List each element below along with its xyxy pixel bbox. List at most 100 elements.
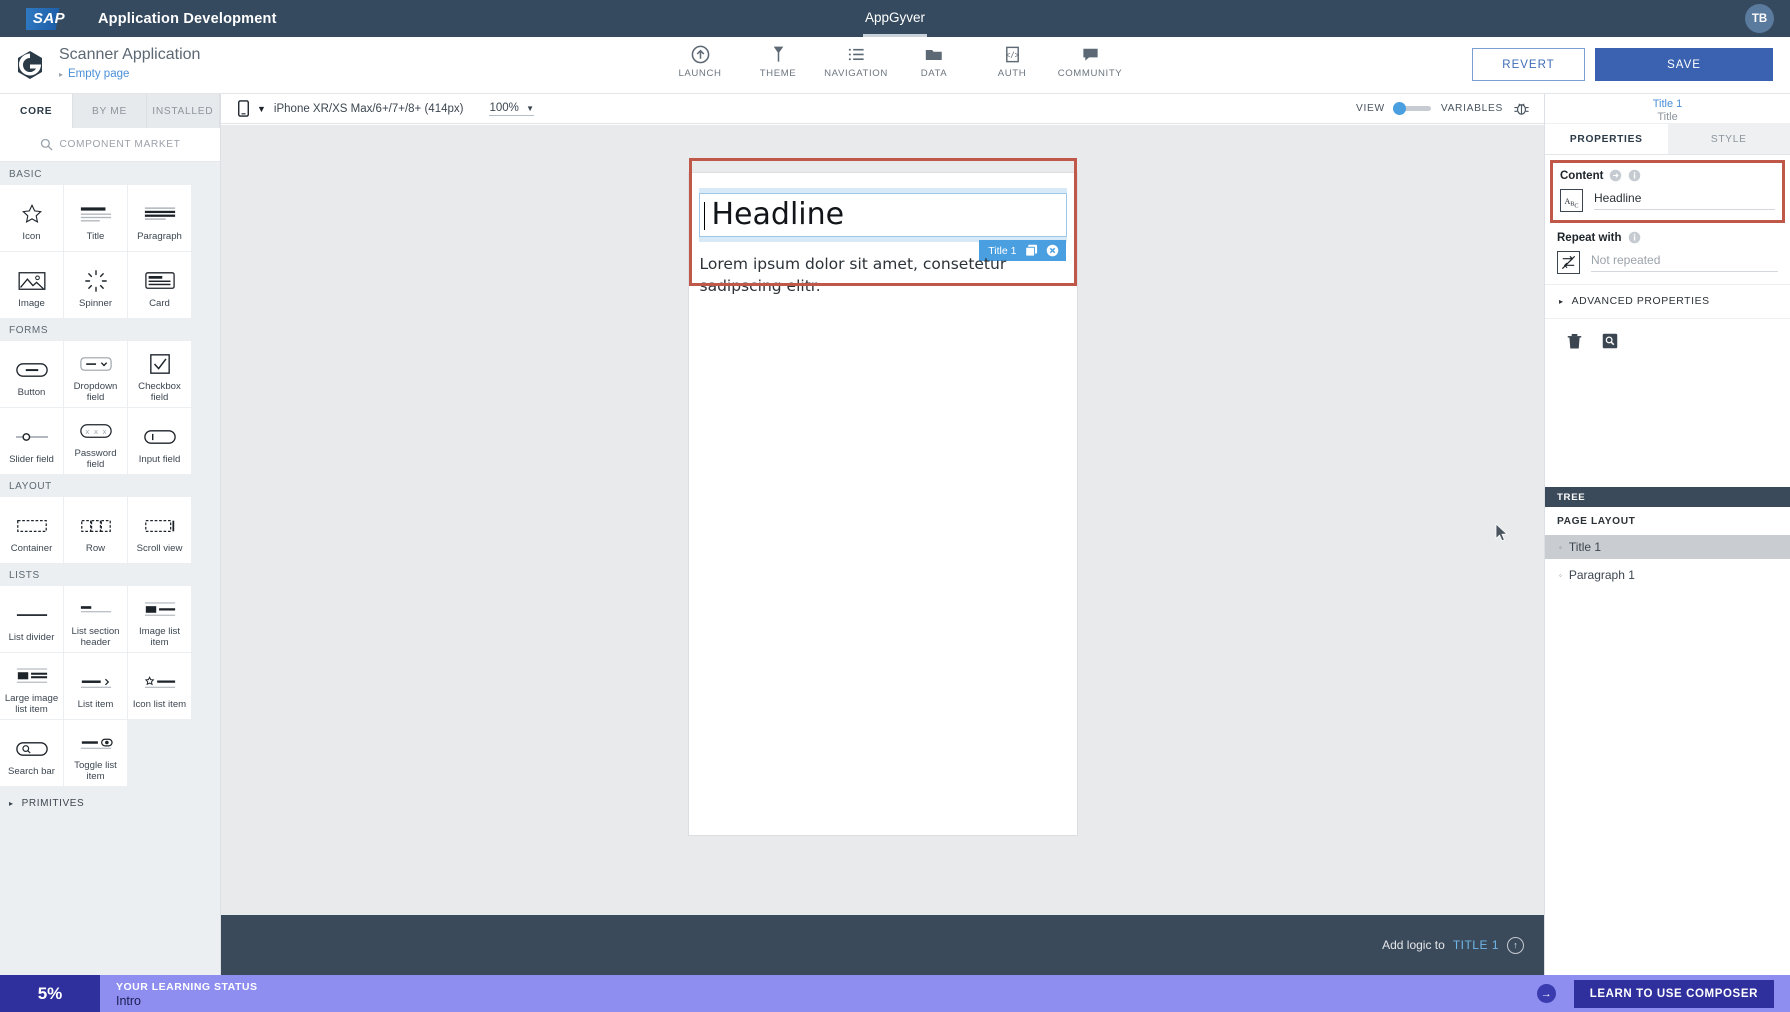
component-label: Row [85, 542, 106, 554]
tab-installed[interactable]: INSTALLED [147, 94, 220, 128]
component-title[interactable]: Title [64, 185, 127, 251]
properties-tabs: PROPERTIES STYLE [1545, 124, 1790, 155]
learn-to-use-composer-button[interactable]: LEARN TO USE COMPOSER [1573, 979, 1774, 1008]
expand-logic-icon[interactable]: ↑ [1507, 936, 1524, 954]
title-component-selected[interactable]: Headline [698, 188, 1067, 242]
nav-tool-label: COMMUNITY [1057, 68, 1123, 79]
list-divider-icon [15, 600, 49, 630]
component-label: Toggle list item [74, 760, 117, 782]
zoom-selector[interactable]: 100% ▼ [489, 101, 535, 116]
content-value[interactable]: Headline [1594, 191, 1775, 210]
nav-tool-label: NAVIGATION [824, 68, 888, 79]
svg-text:ABC: ABC [1564, 197, 1578, 210]
binding-arrow-icon[interactable] [1609, 169, 1622, 182]
row-icon [79, 511, 113, 541]
arrow-right-icon[interactable]: → [1536, 984, 1556, 1003]
component-row[interactable]: Row [64, 497, 127, 563]
tab-core[interactable]: CORE [0, 94, 74, 128]
component-label: Slider field [9, 453, 54, 465]
component-icon[interactable]: Icon [0, 185, 63, 251]
content-label: Content [1560, 169, 1604, 182]
component-checkbox-field[interactable]: Checkbox field [128, 341, 191, 407]
grid-spacer [128, 720, 191, 786]
community-icon [1081, 43, 1100, 65]
inspect-icon[interactable] [1602, 333, 1618, 350]
component-input-field[interactable]: Input field [128, 408, 191, 474]
primitives-expander[interactable]: ▸ PRIMITIVES [0, 786, 220, 809]
repeat-value-row: Not repeated [1557, 251, 1778, 274]
component-dropdown-field[interactable]: Dropdown field [64, 341, 127, 407]
nav-tool-theme[interactable]: THEME [739, 43, 817, 79]
section-forms-grid: Button Dropdown field Checkbox field Sli… [0, 341, 220, 474]
component-spinner[interactable]: Spinner [64, 252, 127, 318]
nav-tool-community[interactable]: COMMUNITY [1051, 43, 1129, 79]
component-label: Spinner [78, 297, 113, 309]
bug-icon[interactable] [1513, 100, 1530, 117]
component-image[interactable]: Image [0, 252, 63, 318]
breadcrumb[interactable]: ▸ Empty page [59, 68, 129, 80]
tab-properties[interactable]: PROPERTIES [1545, 124, 1668, 154]
component-password-field[interactable]: x x x Password field [64, 408, 127, 474]
component-label: Checkbox field [138, 381, 181, 403]
tree-item-title-1[interactable]: ◦ Title 1 [1545, 535, 1790, 559]
info-icon[interactable] [1628, 169, 1641, 182]
nav-tool-navigation[interactable]: NAVIGATION [817, 43, 895, 79]
chevron-right-icon: ▸ [1559, 297, 1564, 306]
tree-item-paragraph-1[interactable]: ◦ Paragraph 1 [1545, 563, 1790, 587]
trash-icon[interactable] [1567, 333, 1582, 350]
device-selector[interactable]: ▼ iPhone XR/XS Max/6+/7+/8+ (414px) [238, 100, 463, 117]
component-button[interactable]: Button [0, 341, 63, 407]
add-logic-target[interactable]: TITLE 1 [1453, 938, 1499, 952]
component-large-image-list-item[interactable]: Large image list item [0, 653, 63, 719]
paragraph-component[interactable]: Lorem ipsum dolor sit amet, consetetur s… [700, 253, 1066, 297]
phone-preview[interactable]: Headline Title 1 Lorem ipsum dolor sit a… [688, 173, 1077, 835]
nav-tool-launch[interactable]: LAUNCH [661, 43, 739, 79]
nav-tool-data[interactable]: DATA [895, 43, 973, 79]
learning-status-bar: 5% YOUR LEARNING STATUS Intro → LEARN TO… [0, 975, 1790, 1012]
repeat-value[interactable]: Not repeated [1591, 253, 1778, 272]
component-list-divider[interactable]: List divider [0, 586, 63, 652]
card-icon [144, 266, 176, 296]
tab-style[interactable]: STYLE [1668, 124, 1790, 154]
tab-by-me[interactable]: BY ME [73, 94, 147, 128]
info-icon[interactable] [1628, 231, 1641, 244]
title-edit-box[interactable]: Headline [698, 193, 1067, 237]
component-image-list-item[interactable]: Image list item [128, 586, 191, 652]
checkbox-icon [149, 349, 171, 379]
sap-logo: SAP [26, 7, 78, 30]
zoom-value: 100% [489, 101, 519, 114]
revert-button[interactable]: REVERT [1472, 48, 1585, 81]
component-search-bar[interactable]: Search bar [0, 720, 63, 786]
appgyver-tab[interactable]: AppGyver [865, 10, 925, 25]
sap-logo-text: SAP [32, 10, 66, 27]
list-section-header-icon [79, 594, 113, 624]
view-variables-toggle[interactable] [1392, 102, 1431, 115]
component-icon-list-item[interactable]: Icon list item [128, 653, 191, 719]
repeat-property-group: Repeat with Not repeated [1545, 223, 1790, 285]
component-slider-field[interactable]: Slider field [0, 408, 63, 474]
avatar[interactable]: TB [1745, 4, 1774, 33]
component-card[interactable]: Card [128, 252, 191, 318]
component-list-section-header[interactable]: List section header [64, 586, 127, 652]
save-button[interactable]: SAVE [1595, 48, 1773, 81]
canvas-area: ▼ iPhone XR/XS Max/6+/7+/8+ (414px) 100%… [221, 94, 1544, 975]
advanced-properties-expander[interactable]: ▸ ADVANCED PROPERTIES [1545, 285, 1790, 319]
component-market-button[interactable]: COMPONENT MARKET [0, 128, 220, 162]
repeat-label: Repeat with [1557, 231, 1622, 244]
component-scroll-view[interactable]: Scroll view [128, 497, 191, 563]
component-label: Button [17, 386, 46, 398]
content-property-group: Content ABC Headline [1550, 160, 1785, 223]
svg-text:</>: </> [1005, 50, 1019, 59]
component-paragraph[interactable]: Paragraph [128, 185, 191, 251]
component-toggle-list-item[interactable]: Toggle list item [64, 720, 127, 786]
variables-label: VARIABLES [1440, 103, 1503, 114]
project-header: Scanner Application ▸ Empty page LAUNCH … [0, 37, 1790, 94]
repeat-icon[interactable] [1557, 251, 1580, 274]
abc-icon[interactable]: ABC [1560, 189, 1583, 212]
component-label: Password field [74, 448, 117, 470]
canvas-viewport[interactable]: Headline Title 1 Lorem ipsum dolor sit a… [221, 125, 1544, 975]
scrollview-icon [143, 511, 177, 541]
component-container[interactable]: Container [0, 497, 63, 563]
component-list-item[interactable]: List item [64, 653, 127, 719]
nav-tool-auth[interactable]: </> AUTH [973, 43, 1051, 79]
